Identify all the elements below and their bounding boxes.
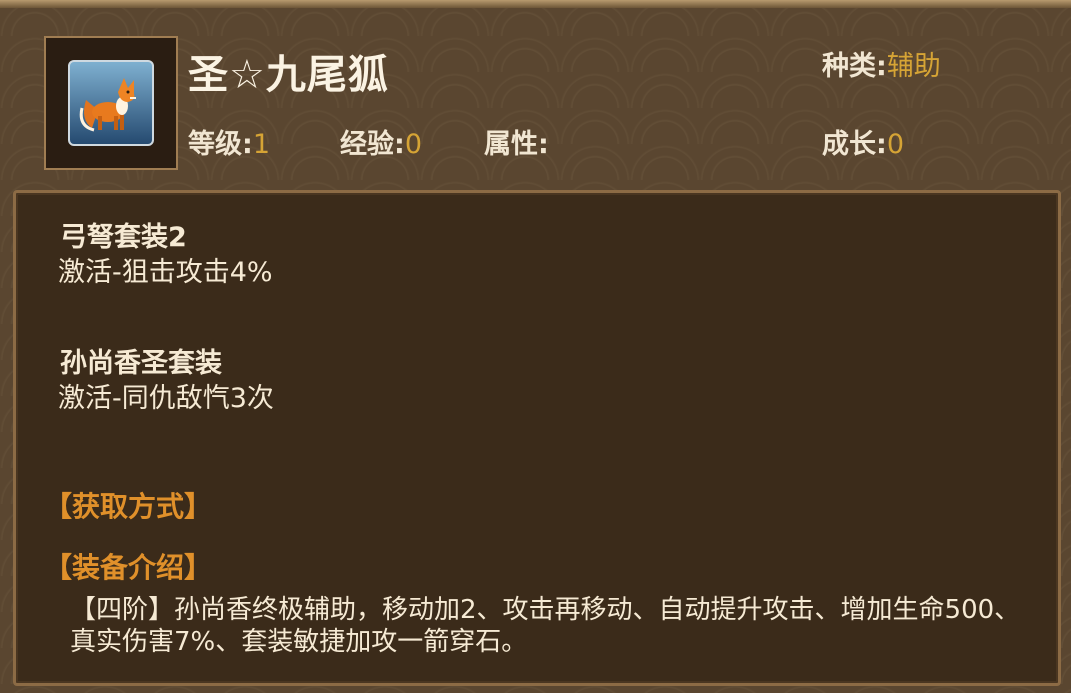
set-effect: 激活-狙击攻击4% — [58, 257, 273, 288]
top-border — [0, 0, 1071, 8]
item-icon-frame — [44, 36, 178, 170]
level-field: 等级:1 — [188, 122, 270, 161]
exp-field: 经验:0 — [340, 122, 422, 161]
level-label: 等级: — [188, 129, 253, 160]
growth-label: 成长: — [822, 129, 887, 160]
attribute-label: 属性: — [484, 129, 549, 160]
type-field: 种类:辅助 — [822, 44, 941, 83]
exp-label: 经验: — [340, 129, 405, 160]
growth-field: 成长:0 — [822, 122, 904, 161]
growth-value: 0 — [886, 129, 904, 160]
exp-value: 0 — [404, 129, 422, 160]
set-title: 弓弩套装2 — [60, 222, 187, 253]
set-effect: 激活-同仇敌忾3次 — [58, 383, 274, 414]
set-title: 孙尚香圣套装 — [60, 348, 222, 379]
equipment-detail-window: 圣☆九尾狐 种类:辅助 等级:1 经验:0 属性: 成长:0 弓弩套装2 激活-… — [0, 0, 1071, 693]
obtain-method-heading: 【获取方式】 — [44, 490, 213, 523]
level-value: 1 — [252, 129, 270, 160]
attribute-field: 属性: — [484, 122, 549, 161]
type-label: 种类: — [822, 51, 887, 82]
type-value: 辅助 — [886, 51, 941, 82]
nine-tailed-fox-icon — [68, 60, 154, 146]
equipment-intro-text: 【四阶】孙尚香终极辅助，移动加2、攻击再移动、自动提升攻击、增加生命500、真实… — [70, 595, 1021, 657]
equipment-intro-heading: 【装备介绍】 — [44, 551, 213, 584]
item-name: 圣☆九尾狐 — [188, 52, 389, 98]
